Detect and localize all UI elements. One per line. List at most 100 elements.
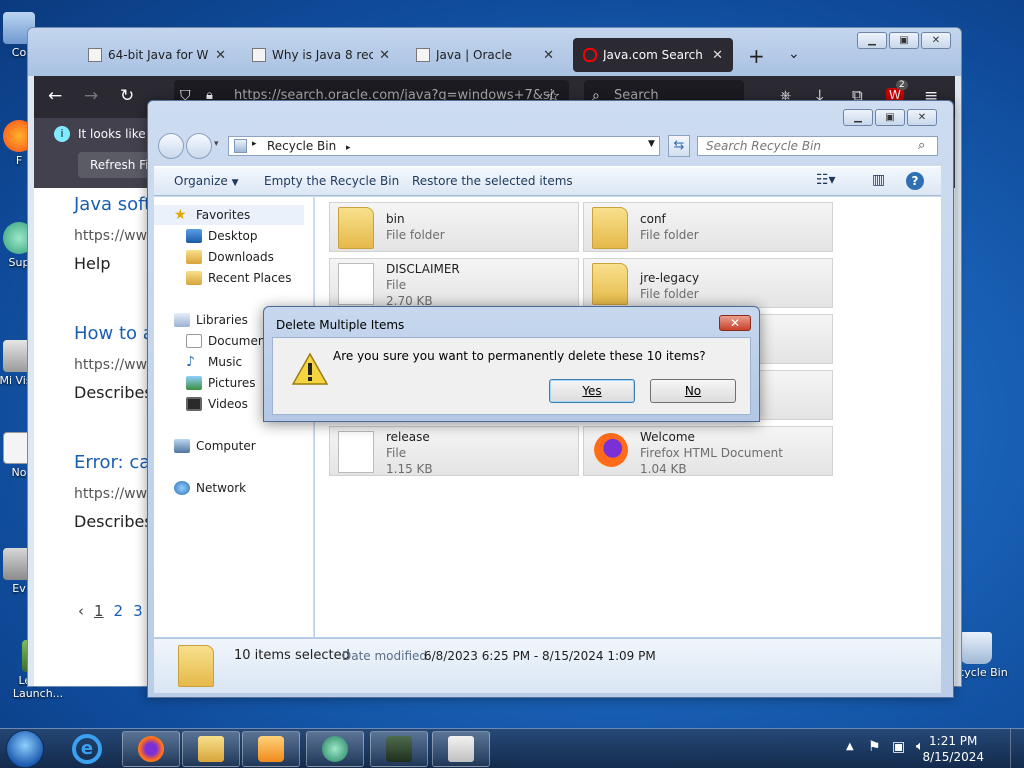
nav-desktop[interactable]: Desktop xyxy=(186,229,258,243)
nav-videos[interactable]: Videos xyxy=(186,397,248,411)
firefox-icon xyxy=(138,736,164,762)
taskbar-java[interactable] xyxy=(432,731,490,767)
desktop-icon-label: No xyxy=(11,466,27,479)
clock[interactable]: 1:21 PM 8/15/2024 xyxy=(922,733,984,765)
file-item-disclaimer[interactable]: DISCLAIMER File 2.70 KB xyxy=(329,258,579,308)
nav-pictures[interactable]: Pictures xyxy=(186,376,256,390)
empty-recycle-bin-button[interactable]: Empty the Recycle Bin xyxy=(264,174,399,188)
organize-button[interactable]: Organize ▼ xyxy=(174,174,239,188)
taskbar-media-player[interactable] xyxy=(242,731,300,767)
nav-recent-places[interactable]: Recent Places xyxy=(186,271,291,285)
nav-music[interactable]: ♪ Music xyxy=(186,355,242,369)
nav-label: Downloads xyxy=(208,250,274,264)
item-name: conf xyxy=(640,212,666,226)
result-url: https://www xyxy=(74,228,159,244)
recycle-bin-small-icon xyxy=(234,139,247,153)
location-chevron-icon: ▸ xyxy=(252,139,257,149)
delete-dialog: Delete Multiple Items ✕ Are you sure you… xyxy=(263,306,760,422)
search-input[interactable]: Search Recycle Bin xyxy=(697,136,938,156)
preview-pane-icon[interactable]: ▥ xyxy=(872,172,885,188)
network-tray-icon[interactable]: ▣ xyxy=(892,739,905,755)
tab-64bit-java[interactable]: 64-bit Java for Wind ✕ xyxy=(78,38,236,72)
reload-icon[interactable]: ↻ xyxy=(120,86,134,106)
restore-selected-button[interactable]: Restore the selected items xyxy=(412,174,573,188)
nav-computer[interactable]: Computer xyxy=(174,439,256,453)
close-icon[interactable]: ✕ xyxy=(712,48,723,63)
taskbar-terminal[interactable] xyxy=(370,731,428,767)
close-icon[interactable]: ✕ xyxy=(215,48,226,63)
history-chevron-icon[interactable]: ▾ xyxy=(214,139,219,149)
tray-chevron-icon[interactable]: ▲ xyxy=(846,741,854,752)
file-item-welcome[interactable]: Welcome Firefox HTML Document 1.04 KB xyxy=(583,426,833,476)
item-size: 1.15 KB xyxy=(386,462,433,476)
java-icon xyxy=(448,736,474,762)
refresh-icon[interactable]: ⇆ xyxy=(668,135,690,157)
internet-explorer-icon[interactable]: e xyxy=(72,734,102,764)
start-button[interactable] xyxy=(6,730,44,768)
maximize-icon[interactable]: ▣ xyxy=(875,109,905,126)
action-center-flag-icon[interactable]: ⚑ xyxy=(868,739,881,755)
page-3-link[interactable]: 3 xyxy=(133,602,143,620)
forward-button[interactable] xyxy=(186,133,212,159)
result-title[interactable]: How to a xyxy=(74,323,154,344)
nav-downloads[interactable]: Downloads xyxy=(186,250,274,264)
close-icon[interactable]: ✕ xyxy=(921,32,951,49)
address-dropdown-icon[interactable]: ▼ xyxy=(648,139,655,149)
firefox-tab-strip: 64-bit Java for Wind ✕ Why is Java 8 rec… xyxy=(28,28,961,76)
breadcrumb-chevron-icon[interactable]: ▸ xyxy=(346,143,351,153)
libraries-icon xyxy=(174,313,190,327)
help-icon[interactable]: ? xyxy=(906,172,924,190)
star-icon: ★ xyxy=(174,207,187,223)
file-item-bin[interactable]: bin File folder xyxy=(329,202,579,252)
close-icon[interactable]: ✕ xyxy=(719,315,751,331)
recent-places-icon xyxy=(186,271,202,285)
result-title[interactable]: Java soft xyxy=(74,194,151,215)
terminal-icon xyxy=(386,736,412,762)
item-size: 1.04 KB xyxy=(640,462,687,476)
tab-java-oracle[interactable]: Java | Oracle ✕ xyxy=(406,38,564,72)
close-icon[interactable]: ✕ xyxy=(907,109,937,126)
info-icon: i xyxy=(54,126,70,142)
taskbar-explorer[interactable] xyxy=(182,731,240,767)
search-icon[interactable]: ⌕ xyxy=(918,138,925,153)
minimize-icon[interactable]: ▁ xyxy=(857,32,887,49)
pagination: ‹ 1 2 3 xyxy=(78,602,143,620)
nav-favorites[interactable]: ★ Favorites xyxy=(154,205,304,225)
address-bar[interactable]: Recycle Bin ▸ xyxy=(228,136,660,156)
chevron-left-icon[interactable]: ‹ xyxy=(78,602,84,620)
nav-libraries[interactable]: Libraries xyxy=(174,313,248,327)
folder-icon xyxy=(198,736,224,762)
back-icon[interactable]: ← xyxy=(48,86,62,106)
close-icon[interactable]: ✕ xyxy=(543,48,554,63)
tab-list-chevron-icon[interactable]: ⌄ xyxy=(788,46,800,62)
nav-network[interactable]: Network xyxy=(174,481,246,495)
warning-icon xyxy=(291,352,329,385)
file-item-conf[interactable]: conf File folder xyxy=(583,202,833,252)
close-icon[interactable]: ✕ xyxy=(379,48,390,63)
maximize-icon[interactable]: ▣ xyxy=(889,32,919,49)
back-button[interactable] xyxy=(158,133,184,159)
tab-why-java-8[interactable]: Why is Java 8 recom ✕ xyxy=(242,38,400,72)
view-options-icon[interactable]: ☷▾ xyxy=(816,172,836,188)
yes-button[interactable]: Yes xyxy=(549,379,635,403)
nav-label: Music xyxy=(208,355,243,369)
taskbar-app-green[interactable] xyxy=(306,731,364,767)
taskbar-firefox[interactable] xyxy=(122,731,180,767)
no-button[interactable]: No xyxy=(650,379,736,403)
page-1-link[interactable]: 1 xyxy=(94,602,104,620)
nav-label: Computer xyxy=(196,439,256,453)
result-title[interactable]: Error: car xyxy=(74,452,158,473)
minimize-icon[interactable]: ▁ xyxy=(843,109,873,126)
folder-icon xyxy=(338,207,374,249)
folder-icon xyxy=(592,263,628,305)
file-item-jre-legacy[interactable]: jre-legacy File folder xyxy=(583,258,833,308)
file-item-release[interactable]: release File 1.15 KB xyxy=(329,426,579,476)
forward-icon[interactable]: → xyxy=(84,86,98,106)
show-desktop-button[interactable] xyxy=(1010,729,1024,768)
nav-label: Desktop xyxy=(208,229,258,243)
page-2-link[interactable]: 2 xyxy=(114,602,124,620)
details-pane: 10 items selected Date modified: 6/8/202… xyxy=(154,638,941,693)
breadcrumb[interactable]: Recycle Bin xyxy=(267,139,336,153)
new-tab-icon[interactable]: + xyxy=(748,44,765,68)
tab-java-com-search[interactable]: Java.com Search ✕ xyxy=(573,38,733,72)
